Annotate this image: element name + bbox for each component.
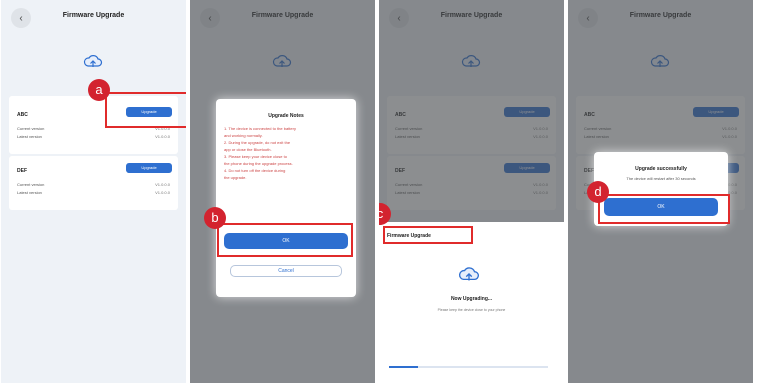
upgrade-progress-sheet: Firmware Upgrade Now Upgrading... Please… <box>379 222 564 383</box>
highlight-box-c <box>383 226 473 244</box>
highlight-box-a <box>105 92 186 128</box>
header: ‹ Firmware Upgrade <box>1 0 186 36</box>
note-line: 1. The device is connected to the batter… <box>224 126 296 131</box>
latest-version-row: Latest version V1.0.0.0 <box>17 132 170 142</box>
step-badge-d: d <box>587 181 609 203</box>
screen-d: ‹ Firmware Upgrade ABC Upgrade Current v… <box>568 0 753 383</box>
progress-bar <box>389 366 548 368</box>
note-line: the phone during the upgrade process. <box>224 161 293 166</box>
note-line: the upgrade. <box>224 175 247 180</box>
row-label: Current version <box>17 126 45 131</box>
page-title: Firmware Upgrade <box>62 12 125 19</box>
upgrade-notes-dialog: Upgrade Notes 1. The device is connected… <box>216 99 356 297</box>
row-value: V1.0.0.0 <box>155 190 170 195</box>
device-card: DEF Upgrade Current version V1.0.0.0 Late… <box>9 156 178 210</box>
cancel-button[interactable]: Cancel <box>230 265 342 277</box>
upgrade-button[interactable]: Upgrade <box>126 163 172 173</box>
step-badge-a: a <box>88 79 110 101</box>
upgrade-detail: Please keep the device close to your pho… <box>437 308 506 312</box>
row-value: V1.0.0.0 <box>155 134 170 139</box>
step-badge-b: b <box>204 207 226 229</box>
note-line: 4. Do not turn off the device during <box>224 168 286 173</box>
device-name: ABC <box>17 112 28 118</box>
dialog-title: Upgrade successfully <box>635 166 687 172</box>
row-label: Current version <box>17 182 45 187</box>
latest-version-row: Latest version V1.0.0.0 <box>17 188 170 198</box>
screen-b: ‹ Firmware Upgrade Upgrade Notes 1. The … <box>190 0 375 383</box>
note-line: app or close the Bluetooth. <box>224 147 272 152</box>
row-label: Latest version <box>17 190 42 195</box>
cloud-upload-icon <box>83 55 103 67</box>
highlight-box-b <box>217 223 353 257</box>
cloud-upload-icon <box>458 267 479 281</box>
row-label: Latest version <box>17 134 42 139</box>
dialog-notes: 1. The device is connected to the batter… <box>224 125 348 181</box>
device-name: DEF <box>17 168 27 174</box>
note-line: 3. Please keep your device close to <box>224 154 287 159</box>
progress-fill <box>389 366 418 368</box>
screen-a: ‹ Firmware Upgrade ABC Upgrade Current v… <box>1 0 186 383</box>
dialog-title: Upgrade Notes <box>268 113 304 119</box>
highlight-box-d <box>598 194 730 224</box>
dialog-subtitle: The device will restart after 30 seconds <box>626 176 696 181</box>
upgrade-status: Now Upgrading... <box>450 296 493 302</box>
row-value: V1.0.0.0 <box>155 182 170 187</box>
note-line: 2. During the upgrade, do not exit the <box>224 140 291 145</box>
note-line: and working normally. <box>224 133 263 138</box>
screen-c: ‹ Firmware Upgrade ABC Upgrade Current v… <box>379 0 564 383</box>
